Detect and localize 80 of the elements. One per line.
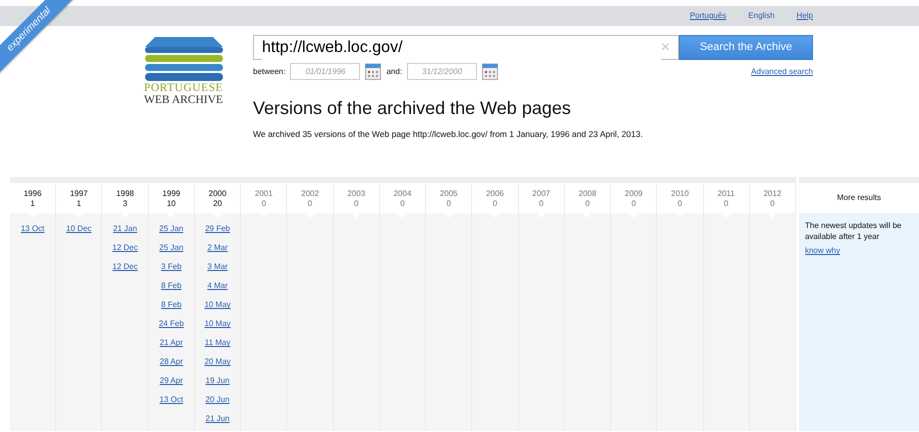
version-link[interactable]: 10 May <box>204 295 231 314</box>
year-label: 2007 <box>531 189 552 200</box>
year-label: 2001 <box>254 189 274 200</box>
year-label: 1999 <box>161 189 182 200</box>
version-count: 0 <box>722 199 730 210</box>
version-link[interactable]: 11 May <box>204 333 230 352</box>
version-count: 0 <box>260 199 268 210</box>
version-link[interactable]: 20 Jun <box>206 390 230 410</box>
version-count: 0 <box>399 199 406 210</box>
year-label: 2008 <box>578 189 598 200</box>
version-link[interactable]: 21 Apr <box>160 333 183 352</box>
version-count: 0 <box>306 199 314 210</box>
year-label: 2002 <box>300 189 320 200</box>
date-label: and: <box>386 66 402 78</box>
version-link[interactable]: 25 Jan <box>159 238 184 258</box>
version-link[interactable]: 24 Feb <box>158 314 184 334</box>
year-label: 1996 <box>22 189 43 200</box>
version-count: 0 <box>353 199 360 210</box>
version-count: 10 <box>166 199 177 210</box>
version-count: 0 <box>584 199 591 210</box>
version-count: 0 <box>492 199 498 210</box>
logo-text: PORTUGUESE <box>142 83 224 94</box>
version-count: 0 <box>538 199 544 210</box>
version-link[interactable]: 10 Dec <box>66 219 92 238</box>
language-link[interactable]: English <box>748 10 775 22</box>
year-label: 2004 <box>392 189 412 200</box>
advanced-search-link[interactable]: Advanced search <box>751 66 813 78</box>
version-count: 20 <box>212 199 223 210</box>
version-count: 0 <box>446 199 452 210</box>
note-text: The newest updates will be available after 1 year <box>804 220 902 242</box>
version-link[interactable]: 12 Dec <box>112 257 138 276</box>
version-link[interactable]: 4 Mar <box>207 276 228 296</box>
version-link[interactable]: 19 Jun <box>206 371 230 390</box>
stacked-layers-icon <box>142 35 224 83</box>
version-count: 0 <box>630 199 637 210</box>
help-link[interactable]: Help <box>796 10 813 22</box>
version-link[interactable]: 12 Dec <box>112 238 138 258</box>
year-label: 2010 <box>670 189 690 200</box>
version-link[interactable]: 3 Mar <box>207 257 228 276</box>
logo-text: WEB ARCHIVE <box>143 94 224 106</box>
calendar-icon[interactable] <box>482 63 498 80</box>
search-button[interactable]: Search the Archive <box>679 35 813 60</box>
version-link[interactable]: 8 Feb <box>161 295 182 314</box>
version-link[interactable]: 8 Feb <box>161 276 182 296</box>
version-link[interactable]: 28 Apr <box>160 352 183 372</box>
search-field[interactable]: http://lcweb.loc.gov/ × <box>253 35 679 60</box>
panel-title: More results <box>798 183 919 214</box>
date-field[interactable]: 01/01/1996 <box>290 63 360 80</box>
year-label: 1998 <box>115 189 135 200</box>
version-count: 1 <box>76 199 82 210</box>
year-label: 2000 <box>208 189 228 200</box>
version-link[interactable]: 2 Mar <box>207 238 228 258</box>
year-label: 1997 <box>68 189 89 200</box>
year-label: 2003 <box>346 189 366 200</box>
date-field[interactable]: 31/12/2000 <box>407 63 478 80</box>
version-link[interactable]: 10 May <box>204 314 231 334</box>
version-link[interactable]: 21 Jun <box>206 409 230 428</box>
version-count: 3 <box>122 199 128 210</box>
summary-text: We archived 35 versions of the Web page http://lcweb.loc.gov/ from 1 January, 1996 and 23 April, 2013. <box>253 128 644 140</box>
version-link[interactable]: 3 Feb <box>161 257 182 276</box>
year-label: 2009 <box>624 189 644 200</box>
date-label: between: <box>253 66 286 78</box>
know-why-link[interactable]: know why <box>804 246 840 256</box>
year-label: 2011 <box>716 189 736 200</box>
language-link[interactable]: Português <box>690 10 726 22</box>
version-link[interactable]: 13 Oct <box>20 219 44 238</box>
version-link[interactable]: 29 Apr <box>160 371 183 390</box>
version-link[interactable]: 25 Jan <box>159 219 184 238</box>
version-link[interactable]: 13 Oct <box>160 390 184 410</box>
version-link[interactable]: 20 May <box>204 352 231 372</box>
year-label: 2006 <box>485 189 505 200</box>
calendar-icon[interactable] <box>365 63 382 80</box>
version-count: 1 <box>29 199 36 210</box>
version-link[interactable]: 21 Jan <box>113 219 138 238</box>
version-count: 0 <box>769 199 776 210</box>
version-count: 0 <box>676 199 684 210</box>
year-label: 2012 <box>762 189 782 200</box>
page-heading: Versions of the archived the Web pages <box>253 98 572 120</box>
year-label: 2005 <box>438 189 459 200</box>
version-link[interactable]: 29 Feb <box>205 219 230 238</box>
